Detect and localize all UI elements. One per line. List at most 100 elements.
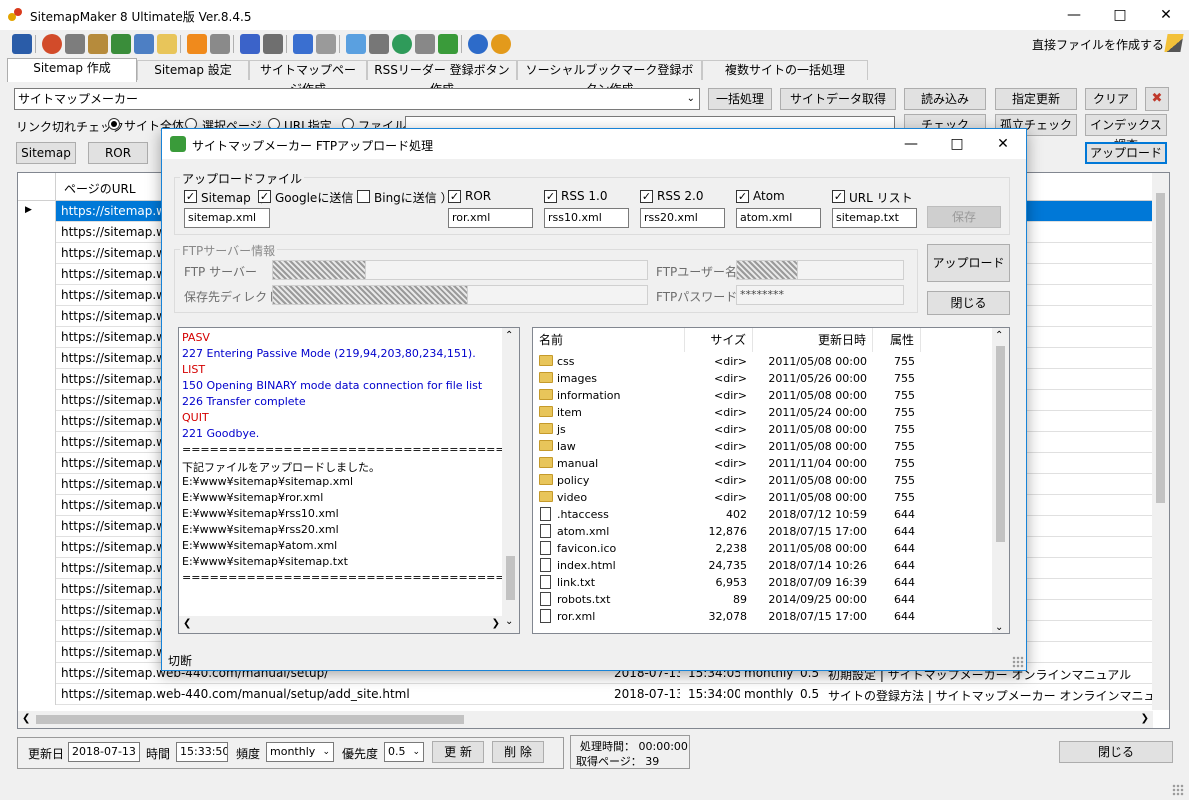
check-atom[interactable]: ✓ — [736, 190, 749, 203]
clear-button[interactable]: クリア — [1085, 88, 1137, 110]
dialog-close-btn[interactable]: 閉じる — [927, 291, 1010, 315]
row-header[interactable] — [18, 474, 56, 495]
grid-hscroll-thumb[interactable] — [36, 715, 464, 724]
link-icon[interactable] — [415, 34, 435, 54]
sitemap-button[interactable]: Sitemap — [16, 142, 76, 164]
list-item[interactable]: js <dir> 2011/05/08 00:00 755 — [533, 421, 993, 438]
list-item[interactable]: robots.txt 89 2014/09/25 00:00 644 — [533, 591, 993, 608]
ftp-user-input[interactable] — [736, 260, 798, 280]
list-item[interactable]: video <dir> 2011/05/08 00:00 755 — [533, 489, 993, 506]
list-item[interactable]: law <dir> 2011/05/08 00:00 755 — [533, 438, 993, 455]
dialog-close-button[interactable]: ✕ — [980, 129, 1026, 159]
chevron-right-icon[interactable]: ❯ — [492, 618, 500, 629]
ftp-server-input-rest[interactable] — [366, 260, 648, 280]
print-icon[interactable] — [369, 34, 389, 54]
list-item[interactable]: policy <dir> 2011/05/08 00:00 755 — [533, 472, 993, 489]
check-rss10[interactable]: ✓ — [544, 190, 557, 203]
wrench-icon[interactable] — [263, 34, 283, 54]
log-vertical-scrollbar[interactable]: ⌃ ⌄ — [502, 328, 519, 633]
index-survey-button[interactable]: インデックス調査 — [1085, 114, 1167, 152]
list-icon[interactable] — [316, 34, 336, 54]
chevron-down-icon[interactable]: ⌄ — [505, 616, 513, 627]
table-row[interactable]: https://sitemap.web-440.com/manual/setup… — [18, 684, 1153, 705]
log-horizontal-scrollbar[interactable]: ❮ ❯ — [179, 616, 504, 633]
row-header[interactable] — [18, 264, 56, 285]
rss-icon[interactable] — [187, 34, 207, 54]
log-scroll-thumb[interactable] — [506, 556, 515, 600]
column-header-url[interactable]: ページのURL — [64, 180, 136, 197]
remote-file-list[interactable]: 名前 サイズ 更新日時 属性 css <dir> 2011/05/08 00:00 7… — [532, 327, 1010, 634]
row-header[interactable] — [18, 432, 56, 453]
list-item[interactable]: css <dir> 2011/05/08 00:00 755 — [533, 353, 993, 370]
list-item[interactable]: link.txt 6,953 2018/07/09 16:39 644 — [533, 574, 993, 591]
main-close-button[interactable]: 閉じる — [1059, 741, 1173, 763]
ftp-user-input-rest[interactable] — [798, 260, 904, 280]
resize-grip-icon[interactable] — [1172, 784, 1184, 796]
list-item[interactable]: item <dir> 2011/05/24 00:00 755 — [533, 404, 993, 421]
directory-input[interactable] — [272, 285, 468, 305]
save-button[interactable]: 保存 — [927, 206, 1001, 228]
row-header[interactable] — [18, 222, 56, 243]
home-icon[interactable] — [491, 34, 511, 54]
ror-button[interactable]: ROR — [88, 142, 148, 164]
row-header[interactable] — [18, 600, 56, 621]
edit-page-icon[interactable] — [240, 34, 260, 54]
row-header[interactable] — [18, 663, 56, 684]
row-header[interactable] — [18, 453, 56, 474]
files-vertical-scrollbar[interactable]: ⌃ ⌄ — [992, 328, 1009, 633]
monitor-icon[interactable] — [134, 34, 154, 54]
row-header[interactable] — [18, 642, 56, 663]
chevron-right-icon[interactable]: ❯ — [1141, 713, 1149, 724]
row-header[interactable] — [18, 621, 56, 642]
row-delete-button[interactable]: 削 除 — [492, 741, 544, 763]
dialog-upload-button[interactable]: アップロード — [927, 244, 1010, 282]
tab-sitemap-create[interactable]: Sitemap 作成 — [7, 58, 137, 82]
prio-select[interactable]: 0.5 ⌄ — [384, 742, 424, 762]
directory-input-rest[interactable] — [468, 285, 648, 305]
minimize-button[interactable]: — — [1051, 0, 1097, 30]
bookmark-icon[interactable] — [293, 34, 313, 54]
settings-icon[interactable] — [210, 34, 230, 54]
site-select[interactable]: サイトマップメーカー ⌄ — [14, 88, 700, 110]
rss20-filename-input[interactable]: rss20.xml — [640, 208, 725, 228]
add-page-icon[interactable] — [438, 34, 458, 54]
get-site-data-button[interactable]: サイトデータ取得 — [780, 88, 896, 110]
pencil-icon[interactable] — [1164, 34, 1184, 52]
grid-vscroll-thumb[interactable] — [1156, 193, 1165, 503]
grid-horizontal-scrollbar[interactable]: ❮ ❯ — [18, 711, 1153, 728]
check-urllist[interactable]: ✓ — [832, 190, 845, 203]
check-bing[interactable] — [357, 190, 370, 203]
row-update-button[interactable]: 更 新 — [432, 741, 484, 763]
row-header[interactable] — [18, 411, 56, 432]
chevron-up-icon[interactable]: ⌃ — [505, 330, 513, 341]
maximize-button[interactable]: □ — [1097, 0, 1143, 30]
radio-whole-site[interactable] — [108, 118, 120, 130]
grid-vertical-scrollbar[interactable] — [1152, 173, 1169, 710]
tab-sitemap-page[interactable]: サイトマップページ作成 — [249, 60, 367, 96]
file-column-attr[interactable]: 属性 — [873, 328, 921, 352]
dialog-maximize-button[interactable]: □ — [934, 129, 980, 159]
sitemap-filename-input[interactable]: sitemap.xml — [184, 208, 270, 228]
atom-filename-input[interactable]: atom.xml — [736, 208, 821, 228]
ror-filename-input[interactable]: ror.xml — [448, 208, 533, 228]
dialog-resize-grip-icon[interactable] — [1012, 656, 1024, 668]
tools-button[interactable]: ✖ — [1145, 87, 1169, 111]
row-header[interactable] — [18, 285, 56, 306]
file-column-name[interactable]: 名前 — [533, 328, 685, 352]
list-item[interactable]: images <dir> 2011/05/26 00:00 755 — [533, 370, 993, 387]
chart-icon[interactable] — [392, 34, 412, 54]
list-item[interactable]: .htaccess 402 2018/07/12 10:59 644 — [533, 506, 993, 523]
row-header[interactable] — [18, 516, 56, 537]
ftp-server-input[interactable] — [272, 260, 366, 280]
update-selected-button[interactable]: 指定更新 — [995, 88, 1077, 110]
main-upload-button[interactable]: アップロード — [1085, 142, 1167, 164]
row-header[interactable] — [18, 369, 56, 390]
help-icon[interactable] — [468, 34, 488, 54]
row-header[interactable] — [18, 579, 56, 600]
list-item[interactable]: manual <dir> 2011/11/04 00:00 755 — [533, 455, 993, 472]
password-input[interactable]: ******** — [736, 285, 904, 305]
row-header[interactable] — [18, 243, 56, 264]
file-column-date[interactable]: 更新日時 — [753, 328, 873, 352]
check-rss20[interactable]: ✓ — [640, 190, 653, 203]
batch-button[interactable]: 一括処理 — [708, 88, 772, 110]
